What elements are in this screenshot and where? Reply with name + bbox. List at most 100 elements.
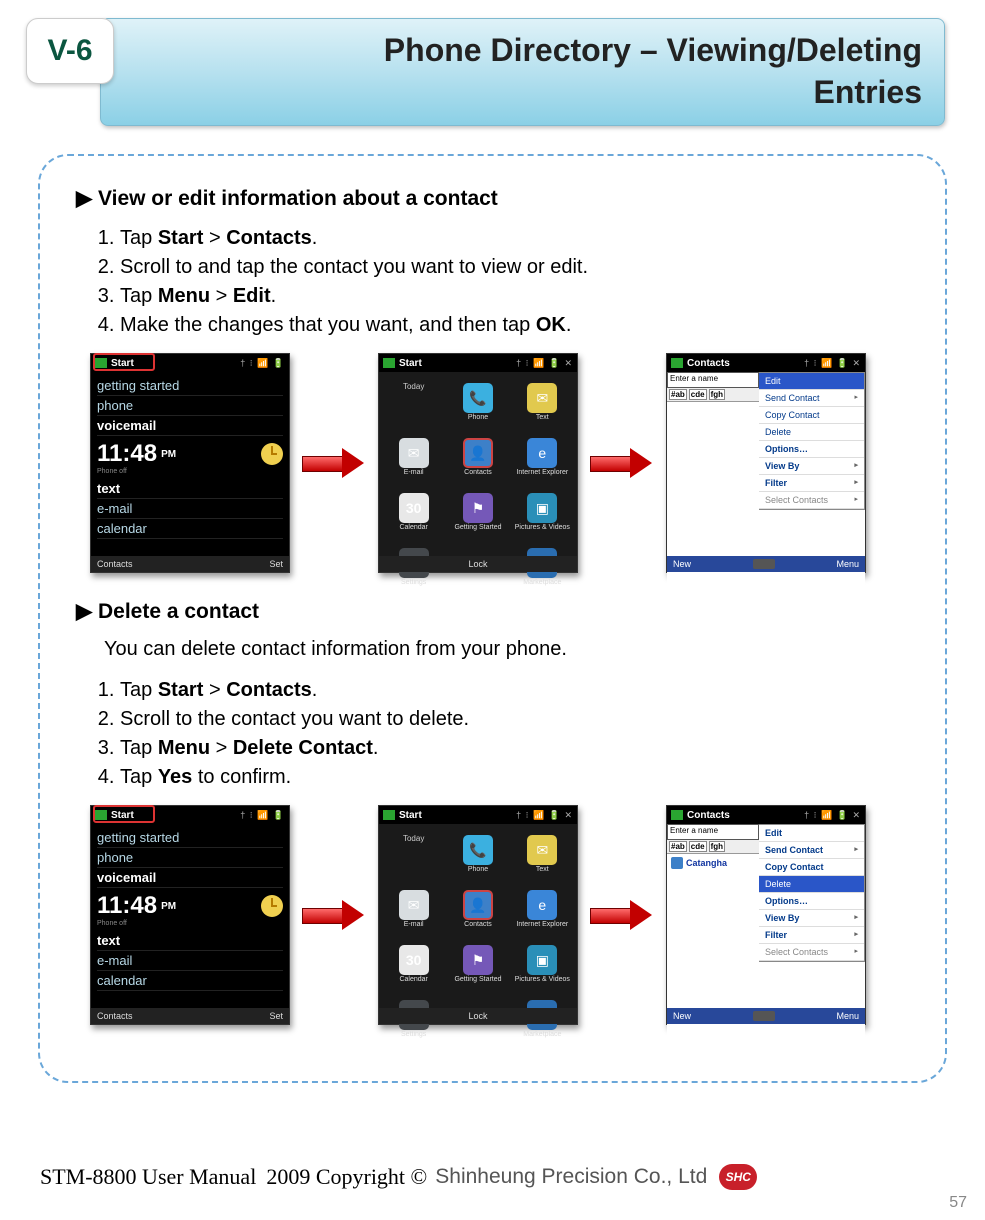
keyboard-icon xyxy=(753,1011,775,1021)
arrow-icon xyxy=(590,448,654,478)
email-icon: ✉ xyxy=(399,890,429,920)
step: Tap Menu > Delete Contact. xyxy=(120,735,915,762)
calendar-icon: 30 xyxy=(399,493,429,523)
step: Tap Start > Contacts. xyxy=(120,677,915,704)
calendar-icon: 30 xyxy=(399,945,429,975)
clock-icon xyxy=(261,443,283,465)
menu-copy-contact: Copy Contact xyxy=(759,407,864,424)
name-input: Enter a name xyxy=(667,372,759,388)
windows-flag-icon xyxy=(95,810,107,820)
step: Scroll to and tap the contact you want t… xyxy=(120,254,915,281)
menu-options: Options… xyxy=(759,893,864,910)
phone-contacts-delete: Contacts† ⁝ 📶 🔋 ✕ Enter a name #abcdefgh… xyxy=(666,805,866,1025)
phone-off: Phone off xyxy=(97,468,283,475)
menu-delete: Delete xyxy=(759,424,864,441)
text-icon: ✉ xyxy=(527,383,557,413)
section1-steps: Tap Start > Contacts. Scroll to and tap … xyxy=(120,225,915,339)
page-footer: STM-8800 User Manual 2009 Copyright © Sh… xyxy=(0,1164,985,1190)
menu-copy-contact: Copy Contact xyxy=(759,859,864,876)
step: Tap Menu > Edit. xyxy=(120,283,915,310)
getting-started-icon: ⚑ xyxy=(463,945,493,975)
menu-options: Options… xyxy=(759,441,864,458)
phone-contacts-edit: Contacts † ⁝ 📶 🔋 ✕ Enter a name #abcdefgh… xyxy=(666,353,866,573)
company-logo-badge: SHC xyxy=(719,1164,757,1190)
step: Make the changes that you want, and then… xyxy=(120,312,915,339)
phone-title: Start xyxy=(399,358,422,369)
email-icon: ✉ xyxy=(399,438,429,468)
status-icons: † ⁝ 📶 🔋 xyxy=(240,810,285,821)
softkey-right: Menu xyxy=(836,559,859,569)
softkey-right: Set xyxy=(269,559,283,569)
home-item: voicemail xyxy=(97,416,283,436)
text-icon: ✉ xyxy=(527,835,557,865)
section2-subtitle: You can delete contact information from … xyxy=(104,638,915,661)
menu-edit: Edit xyxy=(759,373,864,390)
pictures-icon: ▣ xyxy=(527,493,557,523)
name-input: Enter a name xyxy=(667,824,759,840)
clock-icon xyxy=(261,895,283,917)
contacts-icon: 👤 xyxy=(463,890,493,920)
softkey-left: Contacts xyxy=(97,559,133,569)
menu-view-by: View By▸ xyxy=(759,910,864,927)
windows-flag-icon xyxy=(95,358,107,368)
menu-select-contacts: Select Contacts▸ xyxy=(759,492,864,509)
ie-icon: e xyxy=(527,890,557,920)
contacts-icon: 👤 xyxy=(463,438,493,468)
arrow-icon xyxy=(302,448,366,478)
phone-start-grid: Start† ⁝ 📶 🔋 ✕ Today 📞Phone ✉Text ✉E-mai… xyxy=(378,805,578,1025)
section1-title: View or edit information about a contact xyxy=(76,186,915,211)
page-title-line1: Phone Directory – Viewing/Deleting xyxy=(384,30,922,72)
avatar-icon xyxy=(671,857,683,869)
menu-edit: Edit xyxy=(759,825,864,842)
menu-view-by: View By▸ xyxy=(759,458,864,475)
status-icons: † ⁝ 📶 🔋 ✕ xyxy=(804,358,861,369)
step: Tap Start > Contacts. xyxy=(120,225,915,252)
home-body: getting started phone voicemail 11:48PM … xyxy=(91,372,289,556)
home-clock: 11:48PM xyxy=(97,436,283,472)
menu-filter: Filter▸ xyxy=(759,475,864,492)
menu-send-contact: Send Contact▸ xyxy=(759,842,864,859)
phone-home: Start† ⁝ 📶 🔋 getting started phone voice… xyxy=(90,805,290,1025)
home-item: getting started xyxy=(97,376,283,396)
company-name: Shinheung Precision Co., Ltd xyxy=(435,1165,707,1189)
phone-icon: 📞 xyxy=(463,383,493,413)
section2-steps: Tap Start > Contacts. Scroll to the cont… xyxy=(120,677,915,791)
arrow-icon xyxy=(302,900,366,930)
home-item: text xyxy=(97,479,283,499)
phone-start-grid: Start † ⁝ 📶 🔋 ✕ Today 📞Phone ✉Text ✉E-mai… xyxy=(378,353,578,573)
phone-row-1: Start † ⁝ 📶 🔋 getting started phone voice… xyxy=(90,353,915,573)
phone-title: Start xyxy=(111,358,134,369)
section2-title: Delete a contact xyxy=(76,599,915,624)
arrow-icon xyxy=(590,900,654,930)
windows-flag-icon xyxy=(671,810,683,820)
getting-started-icon: ⚑ xyxy=(463,493,493,523)
keyboard-icon xyxy=(753,559,775,569)
windows-flag-icon xyxy=(383,358,395,368)
start-grid: Today 📞Phone ✉Text ✉E-mail 👤Contacts eIn… xyxy=(379,372,577,556)
menu-filter: Filter▸ xyxy=(759,927,864,944)
phone-icon: 📞 xyxy=(463,835,493,865)
phone-title: Start xyxy=(111,810,134,821)
content-box: View or edit information about a contact… xyxy=(38,154,947,1083)
alpha-tabs: #abcdefgh xyxy=(667,388,759,402)
phone-row-2: Start† ⁝ 📶 🔋 getting started phone voice… xyxy=(90,805,915,1025)
page-title-line2: Entries xyxy=(814,72,922,114)
context-menu: Edit Send Contact▸ Copy Contact Delete O… xyxy=(759,824,865,962)
status-icons: † ⁝ 📶 🔋 ✕ xyxy=(516,358,573,369)
menu-select-contacts: Select Contacts▸ xyxy=(759,944,864,961)
softkey-left: New xyxy=(673,559,691,569)
manual-name: STM-8800 User Manual xyxy=(40,1164,256,1190)
page-header: V-6 Phone Directory – Viewing/Deleting E… xyxy=(0,0,985,126)
phone-title: Contacts xyxy=(687,358,730,369)
softkey-center: Lock xyxy=(468,559,487,569)
phone-home: Start † ⁝ 📶 🔋 getting started phone voice… xyxy=(90,353,290,573)
page-title-bar: Phone Directory – Viewing/Deleting Entri… xyxy=(100,18,945,126)
section-badge: V-6 xyxy=(26,18,114,84)
copyright: 2009 Copyright © xyxy=(266,1164,427,1190)
home-item: e-mail xyxy=(97,499,283,519)
step: Scroll to the contact you want to delete… xyxy=(120,706,915,733)
menu-send-contact: Send Contact▸ xyxy=(759,390,864,407)
home-item: phone xyxy=(97,396,283,416)
windows-flag-icon xyxy=(671,358,683,368)
status-icons: † ⁝ 📶 🔋 xyxy=(240,358,285,369)
